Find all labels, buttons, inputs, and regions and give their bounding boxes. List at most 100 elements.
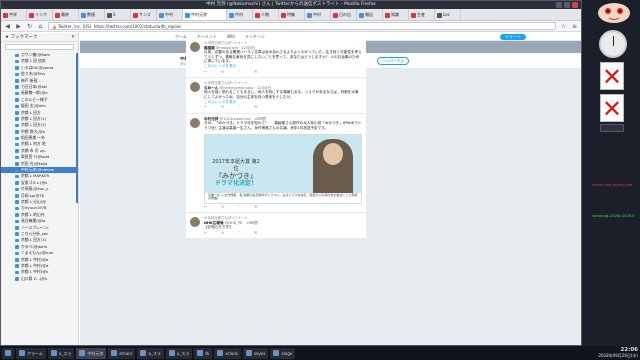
browser-tab[interactable]: 中村	[227, 9, 253, 20]
browser-tab[interactable]: 知識	[383, 9, 409, 20]
browser-tab[interactable]: 生産	[409, 9, 435, 20]
avatar[interactable]	[190, 42, 200, 52]
url-text: https://twitter.com/1001/status/with_rep…	[93, 24, 182, 29]
taskbar-item[interactable]: emacs	[108, 347, 136, 359]
media-card[interactable]: 2017年本屋大賞 第2位 『みかづき』 ドラマ化決定！ 高橋一生 × 永作博美 森 …	[204, 133, 362, 204]
tab-label: サンズ	[139, 12, 151, 17]
window-controls	[554, 2, 578, 12]
follow-button[interactable]: フォローする	[377, 56, 409, 65]
tweet-handle: @nekogushi · 12月8日	[214, 45, 256, 50]
taskbar-item-label: a_スラ	[148, 350, 161, 356]
taskbar-item-label: emacs	[119, 350, 133, 356]
browser-tab[interactable]: 中村元弥	[183, 9, 227, 20]
sidebar-header[interactable]: ★ ブックマーク ✕	[1, 33, 78, 42]
avatar[interactable]	[190, 117, 200, 128]
taskbar-item[interactable]: 中村元弥	[76, 347, 107, 359]
favicon-icon	[55, 12, 60, 18]
taskbar: アラーム a_スラ 中村元弥 emacs a_スラ a_スラ tk xclock xeyes xl…	[0, 346, 640, 360]
avatar[interactable]	[190, 217, 200, 228]
clock-date: 2018年09月26日(水)	[598, 353, 638, 358]
tab-label: 知識	[391, 12, 399, 17]
browser-tab[interactable]: 最終	[53, 9, 79, 20]
browser-tab[interactable]: 中村	[157, 9, 183, 20]
tweet-text: 他人を強く恐れることもあるし、他人を気にする場面もある。リスクがあるならば、判断…	[204, 90, 359, 99]
browser-tab[interactable]: 日の出	[331, 9, 357, 20]
person-photo	[313, 138, 353, 197]
taskbar-item[interactable]: a_スラ	[47, 347, 75, 359]
tweet-actions[interactable]: ↩ ⟲ ♡ ✉	[204, 230, 362, 236]
taskbar-item-label: a_スラ	[58, 350, 72, 356]
favicon-icon	[281, 12, 286, 18]
start-menu-button[interactable]	[2, 347, 14, 359]
mini-monitor-widget	[600, 124, 624, 132]
tab-label: インフ	[35, 12, 47, 17]
browser-tab[interactable]: 特集	[279, 9, 305, 20]
tab-label: 雑記	[365, 12, 373, 17]
show-thread-link[interactable]: このスレッドを表示	[204, 64, 362, 69]
taskbar-item-label: 中村元弥	[87, 350, 104, 356]
browser-tab[interactable]: 人物	[253, 9, 279, 20]
minimize-button[interactable]	[556, 2, 562, 8]
taskbar-item[interactable]: a_スラ	[165, 347, 193, 359]
app-icon	[217, 350, 224, 356]
tweet-actions[interactable]: ↩ ⟲ ♡ ✉	[204, 105, 362, 110]
favicon-icon	[185, 12, 190, 18]
tab-label: Loc	[443, 12, 450, 17]
maximize-button[interactable]	[564, 2, 570, 8]
lock-icon: 🔒	[52, 24, 57, 29]
url-bar[interactable]: 🔒 Twitter, Inc. (US) https://twitter.com…	[48, 22, 556, 30]
close-icon[interactable]: ✕	[71, 33, 75, 42]
taskbar-item-label: xclock	[225, 350, 238, 356]
browser-tab[interactable]: インフ	[27, 9, 53, 20]
card-drama: ドラマ化決定！	[214, 179, 257, 187]
tweet[interactable]: ⟲ 中村元弥さんがリツイート なめ～ん @nameyomaruoko · 12月8…	[186, 78, 366, 114]
reload-icon[interactable]: ↻	[26, 23, 33, 30]
menu-icon[interactable]: ≡	[571, 23, 578, 30]
window-title: 中村 元弥 (@Nakamachi) さん | Twitterからの送信ポストラ…	[206, 2, 376, 7]
browser-tab[interactable]: S	[105, 9, 131, 20]
tab-label: 中学	[9, 12, 17, 17]
taskbar-item-label: アラーム	[27, 350, 43, 356]
tab-label: 最終	[61, 12, 69, 17]
tweet-author[interactable]: 猫猫猫	[204, 46, 215, 50]
browser-tab[interactable]: 中学	[1, 9, 27, 20]
browser-tab[interactable]: 数値	[79, 9, 105, 20]
forward-icon[interactable]: ▶	[15, 23, 22, 30]
favicon-icon	[255, 12, 260, 18]
tweet-actions[interactable]: ↩ ⟲ ♡ ✉	[204, 204, 362, 210]
browser-tab[interactable]: 中村	[305, 9, 331, 20]
taskbar-item[interactable]: アラーム	[16, 347, 46, 359]
tweet[interactable]: ⟲ 中村元弥さんがリツイート NHK広報局 @NHK_PR · 10時間 【お知らせ…	[186, 213, 366, 240]
browser-tab[interactable]: サンズ	[131, 9, 157, 20]
taskbar-item[interactable]: tk	[194, 347, 213, 359]
home-icon[interactable]: ⌂	[37, 23, 44, 30]
avatar-icon	[598, 3, 630, 23]
browser-tab[interactable]: 雑記	[357, 9, 383, 20]
bookmark-item[interactable]: 山口県 Z...(@k	[1, 276, 78, 282]
sidebar-search-input[interactable]	[5, 44, 74, 50]
tweet[interactable]: 中村元弥 @1001nakamura · 10時間 きみ、「みかづき」ドラマ化を知…	[186, 114, 366, 214]
sidebar-scrollbar[interactable]	[76, 53, 78, 203]
back-icon[interactable]: ◀	[4, 23, 11, 30]
window-titlebar[interactable]: 中村 元弥 (@Nakamachi) さん | Twitterからの送信ポストラ…	[1, 1, 581, 9]
browser-tab[interactable]: Loc	[435, 9, 461, 20]
favicon-icon	[229, 12, 234, 18]
widget-text-1: hiromi-add-mysql-user	[592, 183, 633, 187]
favicon-icon	[437, 12, 442, 18]
favicon-icon	[307, 12, 312, 18]
tweet-actions[interactable]: ↩ ⟲ ♡ ✉	[204, 69, 362, 75]
taskbar-item[interactable]: a_スラ	[137, 347, 164, 359]
bookmark-star-icon[interactable]: ☆	[560, 23, 567, 30]
app-icon	[111, 350, 118, 356]
taskbar-clock[interactable]: 22:06 2018年09月26日(水)	[598, 347, 638, 358]
avatar[interactable]	[190, 82, 200, 93]
taskbar-item[interactable]: xlogo	[270, 347, 296, 359]
taskbar-item[interactable]: xeyes	[242, 347, 269, 359]
taskbar-item[interactable]: xclock	[214, 347, 241, 359]
app-icon	[50, 350, 57, 356]
favicon-icon	[81, 12, 86, 18]
close-button[interactable]	[572, 2, 578, 8]
tweet[interactable]: ⟲ 中村元弥さんがリツイート 猫猫猫 @nekogushi · 12月8日 以前、必…	[186, 38, 366, 79]
tweet-button[interactable]: ツイート	[500, 33, 526, 40]
taskbar-item-label: xeyes	[253, 350, 266, 356]
